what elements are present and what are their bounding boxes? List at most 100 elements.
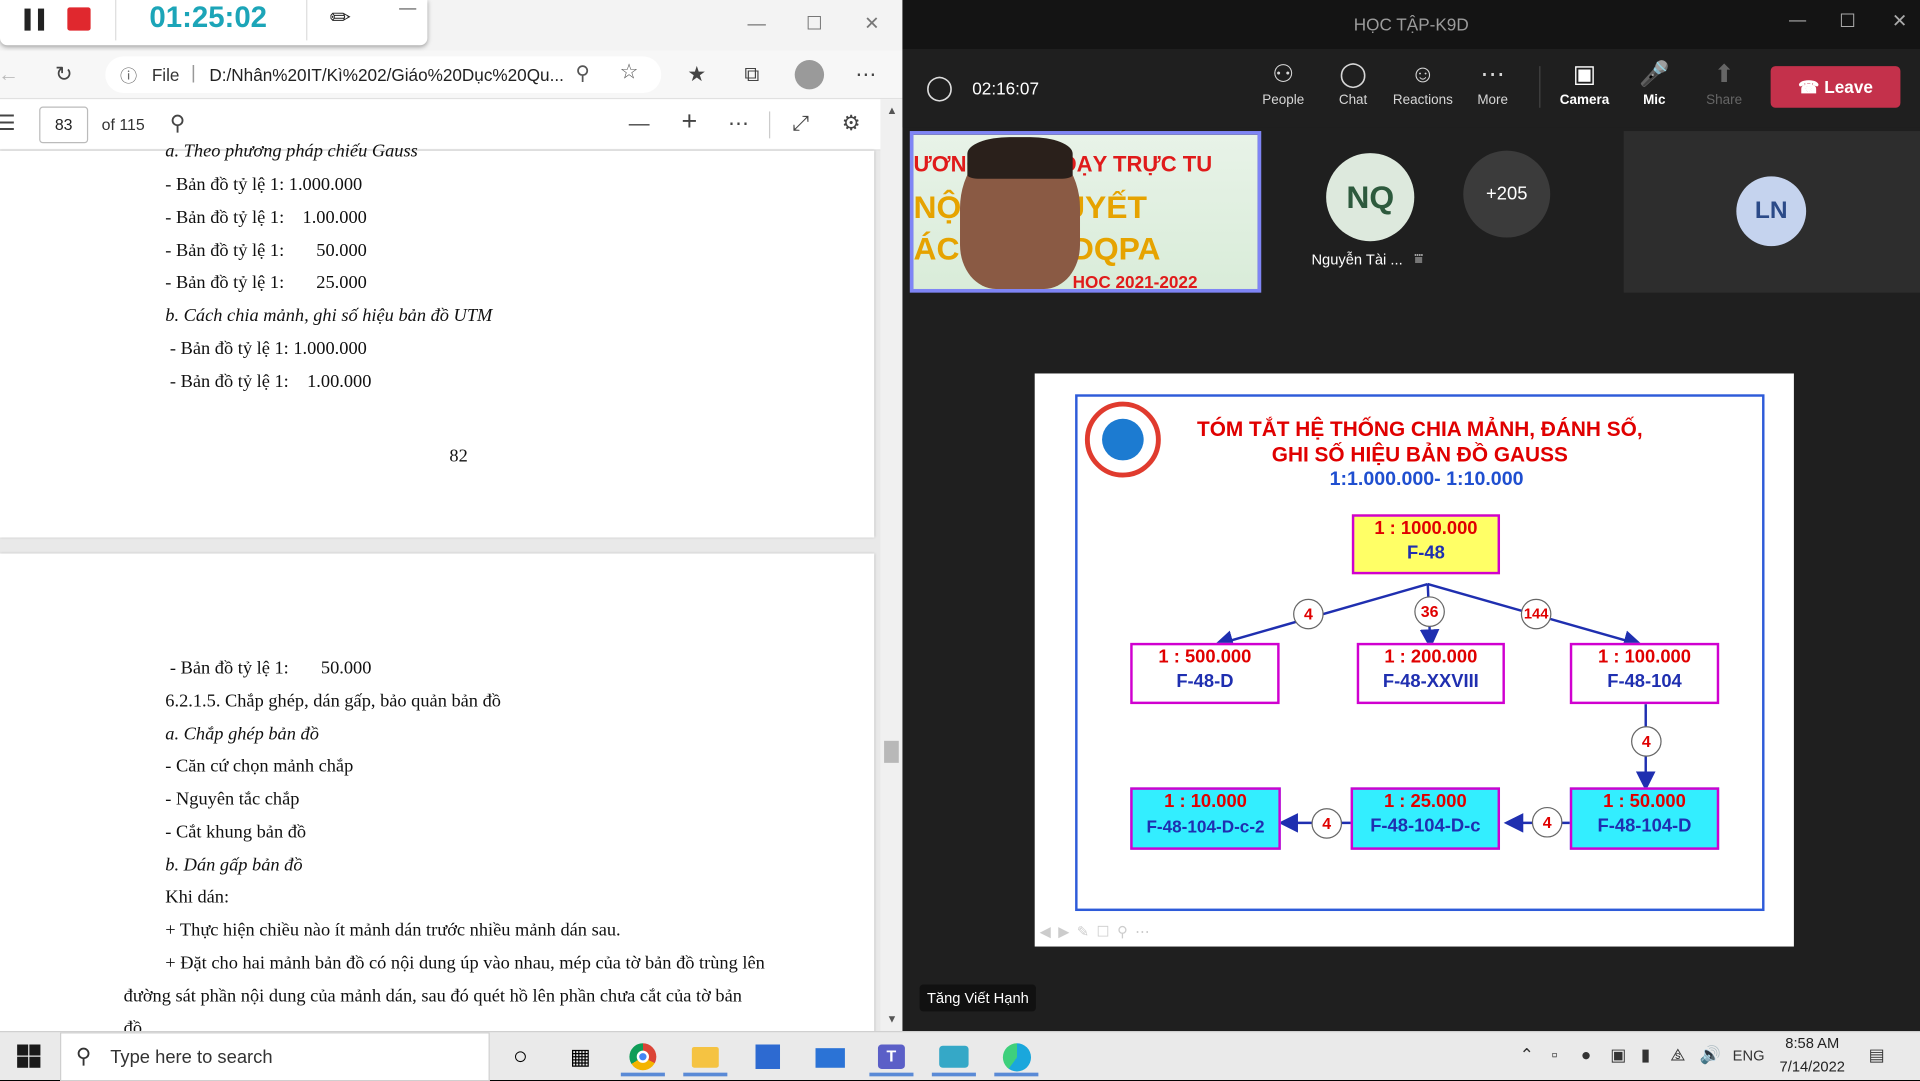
- shared-slide: TÓM TẮT HỆ THỐNG CHIA MẢNH, ĐÁNH SỐ, GHI…: [1034, 373, 1794, 947]
- slide-nav-controls[interactable]: ◀▶✎☐⚲⋯: [1040, 923, 1158, 940]
- participant-tile[interactable]: LN: [1623, 131, 1920, 293]
- minimize-icon[interactable]: —: [399, 0, 416, 17]
- recorder-divider: [115, 0, 117, 41]
- call-duration: 02:16:07: [972, 78, 1039, 98]
- sheet-code: F-48-XXVIII: [1382, 671, 1479, 692]
- close-icon[interactable]: ✕: [1892, 10, 1907, 32]
- pdf-text-line: + Thực hiện chiều nào ít mảnh dán trước …: [165, 920, 621, 941]
- sheet-code: F-48-104-D-c-2: [1146, 816, 1265, 837]
- phone-icon: ☎: [1798, 77, 1825, 97]
- url-divider: |: [191, 62, 196, 84]
- chevron-up-icon[interactable]: ⌃: [1520, 1044, 1534, 1065]
- contents-icon[interactable]: ☰: [0, 109, 22, 138]
- maximize-icon[interactable]: ☐: [1839, 10, 1855, 32]
- scroll-thumb[interactable]: [884, 740, 899, 763]
- split-count: 144: [1520, 598, 1552, 630]
- cortana-icon[interactable]: ○: [498, 1037, 542, 1076]
- maximize-icon[interactable]: ☐: [797, 10, 831, 39]
- back-icon[interactable]: ←: [0, 60, 24, 89]
- meeting-icon[interactable]: [931, 1037, 976, 1077]
- page-number-input[interactable]: 83: [39, 106, 89, 144]
- more-button[interactable]: ⋯ More: [1457, 56, 1528, 122]
- store-icon[interactable]: [746, 1037, 790, 1076]
- recorder-divider: [306, 0, 308, 41]
- leave-label: Leave: [1824, 77, 1873, 97]
- running-indicator: [620, 1072, 665, 1077]
- scroll-up-icon[interactable]: ▲: [887, 104, 898, 116]
- share-icon: ⬆: [1713, 61, 1735, 89]
- teams-icon[interactable]: T: [869, 1037, 914, 1077]
- chrome-icon[interactable]: [620, 1037, 665, 1077]
- taskbar-search[interactable]: ⚲ Type here to search: [60, 1032, 490, 1081]
- pdf-settings-icon[interactable]: ⚙: [835, 109, 867, 138]
- people-label: People: [1262, 93, 1305, 108]
- camera-button[interactable]: ▣ Camera: [1549, 56, 1620, 122]
- teams-titlebar: HỌC TẬP-K9D — ☐ ✕: [902, 0, 1920, 49]
- avatar[interactable]: NQ: [1326, 153, 1415, 242]
- refresh-icon[interactable]: ↻: [48, 60, 80, 89]
- reactions-button[interactable]: ☺ Reactions: [1387, 56, 1458, 122]
- clock-date[interactable]: 7/14/2022: [1773, 1058, 1851, 1075]
- edge-icon[interactable]: [994, 1037, 1039, 1077]
- zoom-in-icon[interactable]: +: [673, 106, 705, 136]
- scale-box: 1 : 25.000 F-48-104-D-c: [1350, 787, 1501, 850]
- pdf-text-line: a. Theo phương pháp chiếu Gauss: [165, 142, 418, 162]
- overflow-participants[interactable]: +205: [1463, 150, 1551, 238]
- url-field[interactable]: ⓘ File | D:/Nhân%20IT/Kì%202/Giáo%20Dục%…: [105, 56, 662, 94]
- scale-box: 1 : 100.000 F-48-104: [1569, 642, 1720, 705]
- pdf-more-icon[interactable]: ⋯: [722, 109, 754, 138]
- chat-icon: ◯: [1339, 61, 1367, 89]
- share-button[interactable]: ⬆ Share: [1689, 56, 1760, 122]
- stop-icon[interactable]: [67, 7, 91, 31]
- zoom-out-icon[interactable]: —: [623, 109, 655, 138]
- add-favorite-icon[interactable]: ☆: [620, 60, 639, 84]
- pdf-text-line: - Bản đồ tỷ lệ 1: 1.00.000: [165, 208, 367, 228]
- search-placeholder: Type here to search: [110, 1046, 273, 1068]
- windows-start-icon[interactable]: [17, 1044, 41, 1068]
- leave-button[interactable]: ☎ Leave: [1770, 66, 1901, 108]
- microphone-icon[interactable]: ●: [1581, 1044, 1591, 1064]
- close-icon[interactable]: ✕: [855, 10, 889, 39]
- camera-off-icon: ▣: [1572, 61, 1597, 89]
- notification-icon[interactable]: ▤: [1869, 1044, 1885, 1065]
- presenter-name: Tăng Viết Hạnh: [919, 984, 1037, 1012]
- scale-value: 1 : 200.000: [1384, 646, 1478, 668]
- minimize-icon[interactable]: —: [740, 10, 774, 39]
- scroll-down-icon[interactable]: ▼: [887, 1013, 898, 1025]
- wifi-icon[interactable]: ⧌: [1670, 1044, 1685, 1065]
- people-icon: ⚇: [1272, 61, 1295, 89]
- device-icon[interactable]: ▫: [1551, 1044, 1557, 1064]
- search-icon[interactable]: ⚲: [162, 109, 194, 138]
- language-indicator[interactable]: ENG: [1733, 1047, 1765, 1064]
- chat-button[interactable]: ◯ Chat: [1318, 56, 1389, 122]
- camera-label: Camera: [1559, 93, 1610, 108]
- pdf-page-number: 82: [449, 446, 468, 467]
- task-view-icon[interactable]: ▦: [558, 1037, 602, 1076]
- clock-time[interactable]: 8:58 AM: [1776, 1035, 1849, 1052]
- file-explorer-icon[interactable]: [683, 1037, 728, 1077]
- battery-icon[interactable]: ▮: [1641, 1044, 1650, 1065]
- sheet-code: F-48: [1407, 542, 1445, 564]
- mic-button[interactable]: 🎤 Mic: [1619, 56, 1690, 122]
- mail-icon[interactable]: [808, 1037, 852, 1076]
- collections-icon[interactable]: ⧉: [736, 60, 768, 89]
- fit-page-icon[interactable]: ⤢: [785, 109, 817, 138]
- meet-now-icon[interactable]: ▣: [1610, 1044, 1626, 1065]
- pen-icon[interactable]: ✎: [323, 0, 359, 36]
- pdf-text-line: - Bản đồ tỷ lệ 1: 50.000: [165, 241, 367, 261]
- pdf-text-line: - Bản đồ tỷ lệ 1: 25.000: [165, 273, 367, 293]
- settings-more-icon[interactable]: ⋯: [850, 60, 882, 89]
- people-button[interactable]: ⚇ People: [1248, 56, 1319, 122]
- favorites-icon[interactable]: ★: [681, 60, 713, 89]
- search-icon: ⚲: [75, 1044, 92, 1068]
- reactions-icon: ☺: [1410, 61, 1436, 89]
- pause-icon[interactable]: [24, 8, 31, 31]
- minimize-icon[interactable]: —: [1789, 10, 1806, 30]
- pause-icon[interactable]: [37, 8, 45, 31]
- shield-icon: ◯: [925, 74, 954, 102]
- zoom-icon[interactable]: ⚲: [576, 61, 590, 85]
- participant-video-tile[interactable]: ƯƠNG HÀNG DẠY TRỰC TU NỘ LÝ THUYẾT ÁC HẨ…: [909, 131, 1262, 293]
- profile-avatar[interactable]: [794, 60, 825, 90]
- pdf-scrollbar[interactable]: ▲ ▼: [880, 99, 903, 1032]
- volume-icon[interactable]: 🔊: [1700, 1044, 1721, 1065]
